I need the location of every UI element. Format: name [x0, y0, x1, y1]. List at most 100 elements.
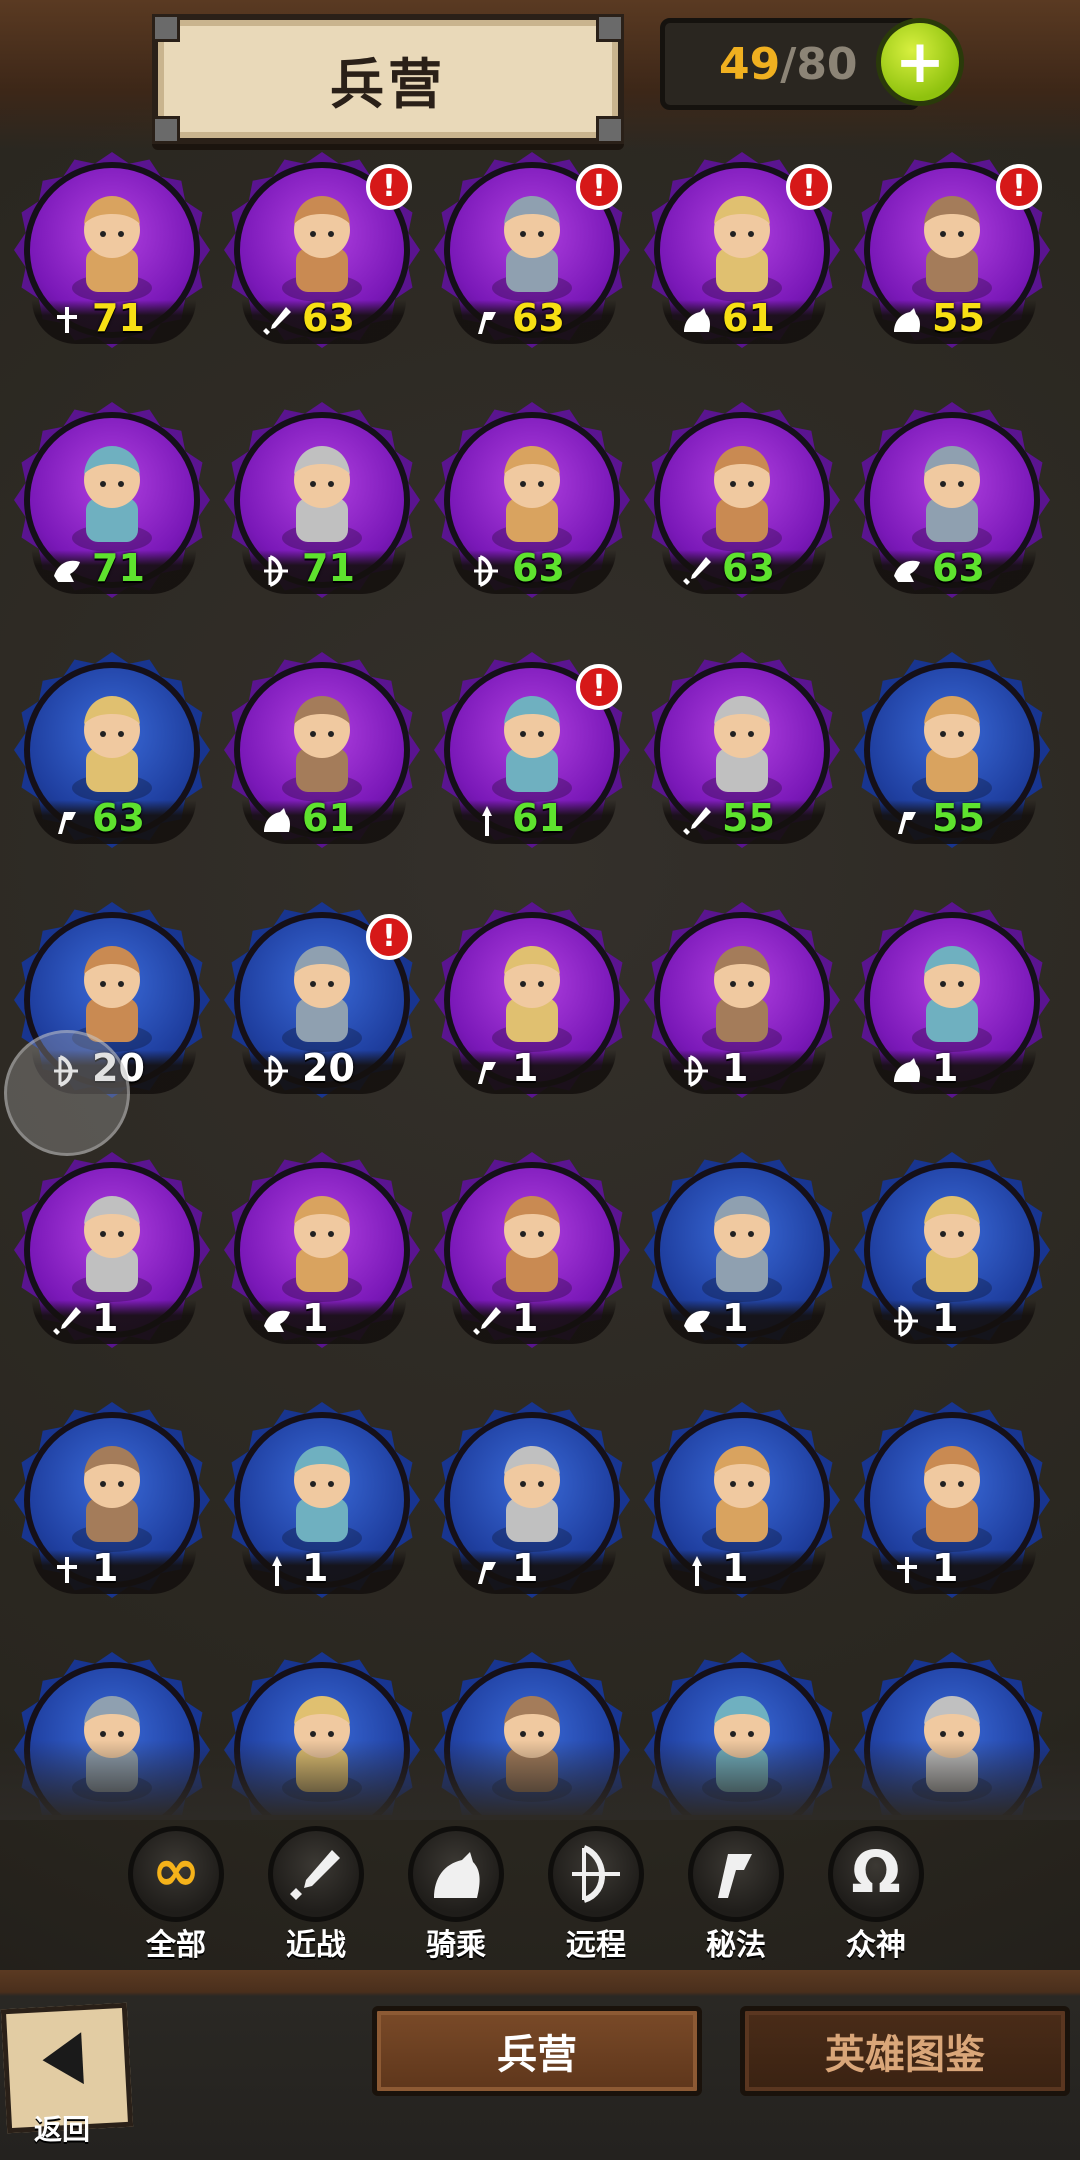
ranged-class-icon — [684, 1055, 708, 1087]
hero-card[interactable]: 1 — [222, 1400, 422, 1600]
hero-card[interactable]: 1 — [642, 1400, 842, 1600]
hero-level: 1 — [512, 1546, 539, 1590]
filter-label: 骑乘 — [426, 1928, 486, 1963]
hero-level: 61 — [722, 296, 775, 340]
hero-card[interactable]: 1 — [222, 1150, 422, 1350]
hero-card[interactable]: 1 — [12, 1400, 212, 1600]
hero-level: 63 — [932, 546, 985, 590]
arcane-class-icon — [898, 812, 916, 834]
hero-card[interactable]: 61! — [432, 650, 632, 850]
hero-level: 1 — [302, 1546, 329, 1590]
grid-fade — [0, 1740, 1080, 1820]
holy-class-icon — [897, 1557, 917, 1583]
hero-card[interactable]: 63 — [432, 400, 632, 600]
hero-portrait — [912, 196, 992, 302]
hero-card[interactable]: 1 — [432, 1150, 632, 1350]
add-capacity-button[interactable]: + — [876, 18, 964, 106]
hero-level: 1 — [512, 1046, 539, 1090]
omega-icon: Ω — [828, 1826, 924, 1922]
melee-class-icon — [683, 557, 711, 585]
back-label: 返回 — [34, 2113, 91, 2146]
hero-card[interactable]: 1 — [642, 1150, 842, 1350]
hero-level: 55 — [932, 296, 985, 340]
hero-portrait — [72, 1446, 152, 1552]
hero-level: 63 — [722, 546, 775, 590]
mounted-class-icon — [894, 1058, 920, 1082]
hero-card[interactable]: 61! — [642, 150, 842, 350]
filter-label: 近战 — [286, 1928, 346, 1963]
holy-class-icon — [57, 1557, 77, 1583]
ranged-class-icon — [264, 555, 288, 587]
hero-card[interactable]: 1 — [432, 900, 632, 1100]
hero-card[interactable]: 1 — [642, 900, 842, 1100]
infinity-icon: ∞ — [128, 1826, 224, 1922]
hero-card[interactable]: 71 — [222, 400, 422, 600]
hero-card[interactable]: 63! — [222, 150, 422, 350]
hero-card[interactable]: 63 — [642, 400, 842, 600]
hero-card[interactable]: 1 — [852, 1150, 1052, 1350]
hero-portrait — [492, 196, 572, 302]
beast-class-icon — [264, 1310, 290, 1332]
hero-card[interactable]: 63 — [852, 400, 1052, 600]
alert-icon: ! — [786, 164, 832, 210]
hero-card[interactable]: 55 — [852, 650, 1052, 850]
hero-portrait — [72, 446, 152, 552]
hero-card[interactable]: 71 — [12, 150, 212, 350]
floating-assist-button[interactable] — [4, 1030, 130, 1156]
filter-horse[interactable]: 骑乘 — [396, 1826, 516, 1966]
hero-card[interactable]: 1 — [852, 1400, 1052, 1600]
hero-level: 1 — [932, 1046, 959, 1090]
spear-class-icon — [272, 1556, 282, 1586]
hero-level: 63 — [512, 546, 565, 590]
plaque-corner — [596, 14, 624, 42]
hero-card[interactable]: 63! — [432, 150, 632, 350]
tab-hero-codex[interactable]: 英雄图鉴 — [740, 2006, 1070, 2096]
hero-level: 71 — [302, 546, 355, 590]
plaque-corner — [152, 116, 180, 144]
title-plaque: 兵营 — [152, 14, 624, 144]
capacity-current: 49 — [719, 38, 781, 90]
hero-portrait — [492, 696, 572, 802]
hero-portrait — [912, 446, 992, 552]
filter-sword[interactable]: 近战 — [256, 1826, 376, 1966]
hero-card[interactable]: 20! — [222, 900, 422, 1100]
spear-class-icon — [482, 806, 492, 836]
arcane-class-icon — [478, 1062, 496, 1084]
hero-portrait — [492, 446, 572, 552]
hero-card[interactable]: 63 — [12, 650, 212, 850]
hero-card[interactable]: 55 — [642, 650, 842, 850]
hero-level: 55 — [722, 796, 775, 840]
filter-rune[interactable]: 秘法 — [676, 1826, 796, 1966]
beast-class-icon — [54, 560, 80, 582]
hero-level: 1 — [92, 1296, 119, 1340]
hero-grid: 71 63! 63! 61! 55! 71 71 63 63 63 63 61 61! 55 55 20 20!… — [0, 150, 1080, 1815]
arcane-class-icon — [58, 812, 76, 834]
hero-card[interactable]: 61 — [222, 650, 422, 850]
melee-class-icon — [683, 807, 711, 835]
hero-card[interactable]: 1 — [852, 900, 1052, 1100]
filter-infinity[interactable]: ∞ 全部 — [116, 1826, 236, 1966]
hero-level: 71 — [92, 546, 145, 590]
hero-level: 1 — [92, 1546, 119, 1590]
filter-label: 秘法 — [706, 1928, 766, 1963]
tab-barracks[interactable]: 兵营 — [372, 2006, 702, 2096]
hero-portrait — [282, 696, 362, 802]
rune-icon — [688, 1826, 784, 1922]
mounted-class-icon — [684, 308, 710, 332]
hero-card[interactable]: 55! — [852, 150, 1052, 350]
hero-portrait — [492, 1196, 572, 1302]
back-arrow-icon — [41, 2032, 84, 2087]
hero-portrait — [702, 696, 782, 802]
ranged-class-icon — [894, 1305, 918, 1337]
holy-class-icon — [57, 307, 77, 333]
hero-portrait — [492, 946, 572, 1052]
alert-icon: ! — [366, 914, 412, 960]
hero-card[interactable]: 1 — [432, 1400, 632, 1600]
hero-portrait — [282, 196, 362, 302]
filter-omega[interactable]: Ω 众神 — [816, 1826, 936, 1966]
filter-label: 众神 — [846, 1928, 906, 1963]
filter-bow[interactable]: 远程 — [536, 1826, 656, 1966]
capacity-max: 80 — [796, 38, 858, 90]
hero-card[interactable]: 1 — [12, 1150, 212, 1350]
hero-card[interactable]: 71 — [12, 400, 212, 600]
